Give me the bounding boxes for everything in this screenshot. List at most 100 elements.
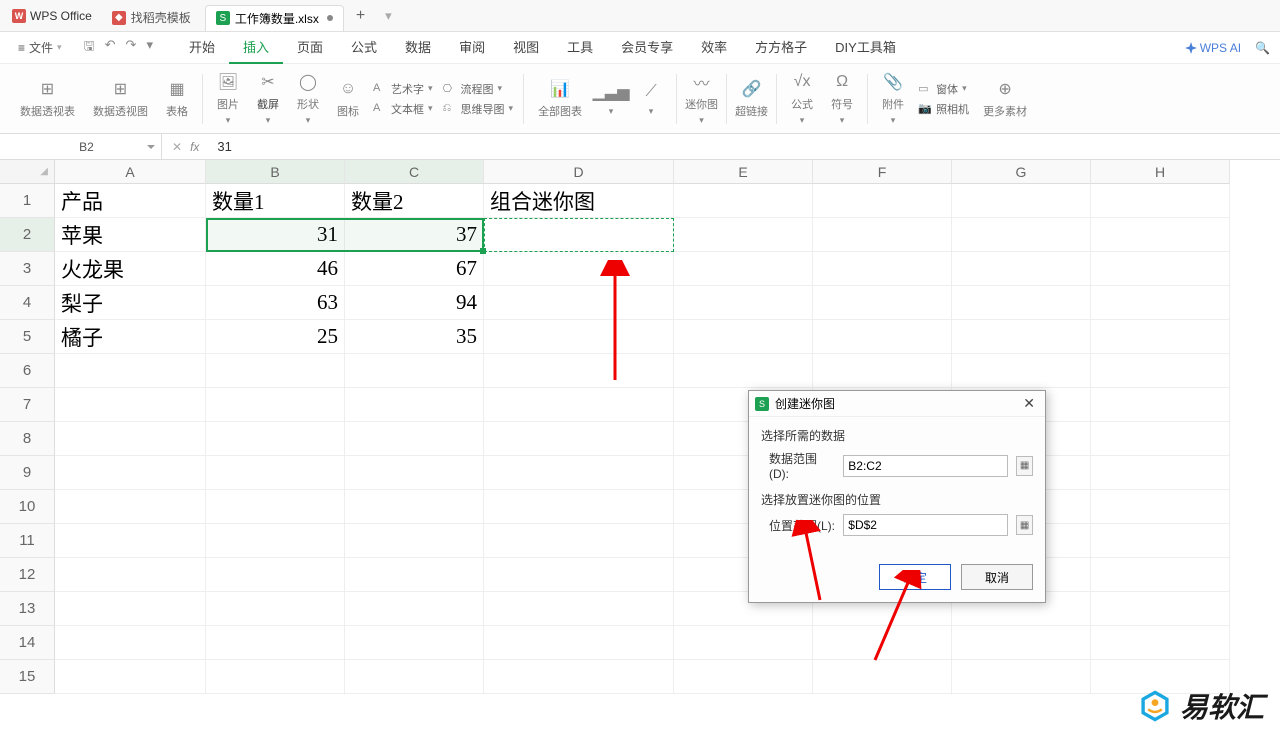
- row-header[interactable]: 5: [0, 320, 55, 354]
- row-header[interactable]: 12: [0, 558, 55, 592]
- cell[interactable]: [952, 184, 1091, 218]
- menu-start[interactable]: 开始: [175, 31, 229, 64]
- cell[interactable]: [484, 286, 674, 320]
- cell[interactable]: 橘子: [55, 320, 206, 354]
- attachment-button[interactable]: 📎附件▾: [878, 69, 908, 128]
- menu-fanggezi[interactable]: 方方格子: [741, 31, 821, 64]
- cell[interactable]: [1091, 252, 1230, 286]
- row-header[interactable]: 15: [0, 660, 55, 694]
- row-header[interactable]: 2: [0, 218, 55, 252]
- cell[interactable]: 31: [206, 218, 345, 252]
- select-all-corner[interactable]: ◢: [0, 160, 55, 184]
- formula-input[interactable]: 31: [209, 139, 1280, 154]
- cell[interactable]: [674, 286, 813, 320]
- cell[interactable]: 25: [206, 320, 345, 354]
- row-header[interactable]: 10: [0, 490, 55, 524]
- cell[interactable]: [813, 286, 952, 320]
- dialog-titlebar[interactable]: S 创建迷你图 ✕: [749, 391, 1045, 417]
- cell[interactable]: 火龙果: [55, 252, 206, 286]
- screenshot-button[interactable]: ✂截屏▾: [253, 69, 283, 128]
- cell[interactable]: 数量1: [206, 184, 345, 218]
- cell[interactable]: [1091, 218, 1230, 252]
- location-range-input[interactable]: [843, 514, 1008, 536]
- camera-button[interactable]: 📷照相机: [918, 101, 969, 117]
- row-header[interactable]: 4: [0, 286, 55, 320]
- range-picker-icon[interactable]: ▦: [1016, 456, 1033, 476]
- cell[interactable]: 63: [206, 286, 345, 320]
- cell[interactable]: [952, 320, 1091, 354]
- col-header-E[interactable]: E: [674, 160, 813, 184]
- menu-page[interactable]: 页面: [283, 31, 337, 64]
- cell[interactable]: [1091, 286, 1230, 320]
- cell[interactable]: 37: [345, 218, 484, 252]
- cell[interactable]: 94: [345, 286, 484, 320]
- cell[interactable]: [674, 184, 813, 218]
- picture-button[interactable]: 🖼图片▾: [213, 69, 243, 128]
- cell[interactable]: [952, 286, 1091, 320]
- chart-type-1[interactable]: ▁▃▅▾: [596, 79, 626, 119]
- cancel-button[interactable]: 取消: [961, 564, 1033, 590]
- col-header-F[interactable]: F: [813, 160, 952, 184]
- cell[interactable]: [813, 320, 952, 354]
- icons-button[interactable]: ☺图标: [333, 76, 363, 121]
- row-header[interactable]: 3: [0, 252, 55, 286]
- tab-menu-button[interactable]: ▾: [375, 8, 402, 24]
- col-header-A[interactable]: A: [55, 160, 206, 184]
- symbol-button[interactable]: Ω符号▾: [827, 69, 857, 128]
- undo-icon[interactable]: ↶: [105, 37, 116, 59]
- redo-icon[interactable]: ↷: [126, 37, 137, 59]
- cell[interactable]: [484, 252, 674, 286]
- cell[interactable]: 梨子: [55, 286, 206, 320]
- cell[interactable]: [813, 184, 952, 218]
- shapes-button[interactable]: ◯形状▾: [293, 69, 323, 128]
- row-header[interactable]: 14: [0, 626, 55, 660]
- menu-view[interactable]: 视图: [499, 31, 553, 64]
- ok-button[interactable]: 确定: [879, 564, 951, 590]
- menu-formula[interactable]: 公式: [337, 31, 391, 64]
- cell[interactable]: [813, 252, 952, 286]
- range-picker-icon[interactable]: ▦: [1016, 515, 1033, 535]
- equation-button[interactable]: √x公式▾: [787, 69, 817, 128]
- row-header[interactable]: 1: [0, 184, 55, 218]
- new-tab-button[interactable]: +: [346, 7, 375, 25]
- table-button[interactable]: ▦表格: [162, 76, 192, 121]
- textbox-button[interactable]: A文本框▾: [373, 101, 433, 117]
- close-icon[interactable]: ✕: [1019, 395, 1039, 412]
- pivot-table-button[interactable]: ⊞数据透视表: [16, 76, 79, 121]
- cell[interactable]: [674, 320, 813, 354]
- col-header-H[interactable]: H: [1091, 160, 1230, 184]
- menu-diy[interactable]: DIY工具箱: [821, 31, 910, 64]
- menu-review[interactable]: 审阅: [445, 31, 499, 64]
- all-charts-button[interactable]: 📊全部图表: [534, 76, 586, 121]
- chart-type-2[interactable]: ⟋▾: [636, 79, 666, 119]
- data-range-input[interactable]: [843, 455, 1008, 477]
- wordart-button[interactable]: A艺术字▾: [373, 81, 433, 97]
- cell[interactable]: [952, 218, 1091, 252]
- cell[interactable]: 产品: [55, 184, 206, 218]
- sparkline-button[interactable]: 〰迷你图▾: [681, 69, 722, 128]
- cell[interactable]: 35: [345, 320, 484, 354]
- row-header[interactable]: 7: [0, 388, 55, 422]
- cancel-formula-icon[interactable]: ✕: [172, 140, 182, 154]
- col-header-C[interactable]: C: [345, 160, 484, 184]
- row-header[interactable]: 13: [0, 592, 55, 626]
- cell[interactable]: [952, 252, 1091, 286]
- search-icon[interactable]: 🔍: [1255, 41, 1270, 55]
- tab-workbook[interactable]: S 工作簿数量.xlsx: [205, 5, 344, 31]
- pivot-chart-button[interactable]: ⊞数据透视图: [89, 76, 152, 121]
- cell[interactable]: [674, 218, 813, 252]
- cell[interactable]: 67: [345, 252, 484, 286]
- save-icon[interactable]: 🖫: [84, 37, 95, 59]
- cell[interactable]: [484, 218, 674, 252]
- row-header[interactable]: 11: [0, 524, 55, 558]
- cell[interactable]: [1091, 320, 1230, 354]
- col-header-B[interactable]: B: [206, 160, 345, 184]
- menu-efficiency[interactable]: 效率: [687, 31, 741, 64]
- cell[interactable]: [1091, 184, 1230, 218]
- menu-tools[interactable]: 工具: [553, 31, 607, 64]
- hyperlink-button[interactable]: 🔗超链接: [731, 76, 772, 121]
- menu-data[interactable]: 数据: [391, 31, 445, 64]
- cell[interactable]: 数量2: [345, 184, 484, 218]
- name-box[interactable]: B2: [12, 134, 162, 159]
- menu-insert[interactable]: 插入: [229, 31, 283, 64]
